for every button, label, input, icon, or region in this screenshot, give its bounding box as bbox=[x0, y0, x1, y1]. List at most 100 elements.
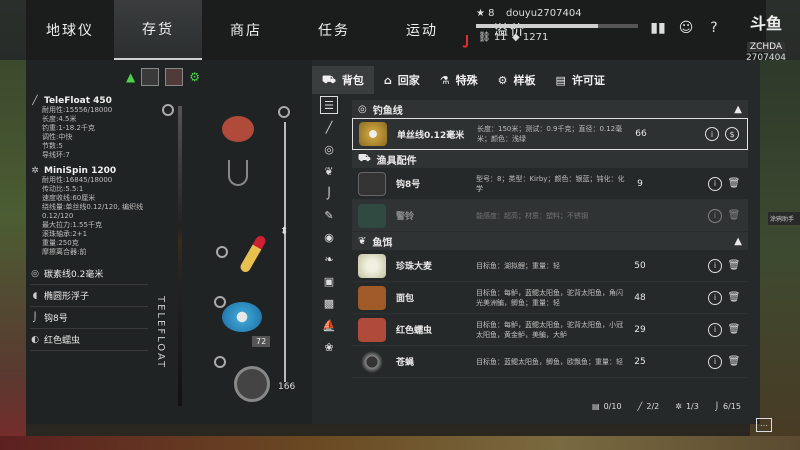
tab-backpack[interactable]: ⛟ 背包 bbox=[312, 66, 374, 94]
friends-icon[interactable]: ☺ bbox=[676, 18, 696, 38]
bait-icon: ❦ bbox=[358, 235, 367, 247]
line-item[interactable]: ◎ 碳素线0.2毫米 bbox=[30, 263, 148, 285]
list-item[interactable]: 面包 目标鱼：每鲈，蓝鳃太阳鱼，驼背太阳鱼，角闪光美洲鳊，鲫鱼；重量：轻 48 … bbox=[352, 282, 748, 314]
trash-icon[interactable]: 🗑 bbox=[728, 177, 741, 191]
float-slot-image[interactable] bbox=[238, 234, 268, 274]
trash-icon[interactable]: 🗑 bbox=[728, 355, 741, 369]
collapse-icon[interactable]: ▲ bbox=[734, 236, 742, 247]
capacity-value: 1/3 bbox=[685, 402, 699, 411]
filter-ball-icon[interactable]: ◉ bbox=[320, 228, 338, 246]
capacity-rods: ╱ 2/2 bbox=[638, 402, 660, 411]
filter-boat-icon[interactable]: ⛵ bbox=[320, 316, 338, 334]
filter-rod-icon[interactable]: ╱ bbox=[320, 118, 338, 136]
xp-bar-fill bbox=[476, 24, 598, 28]
info-icon[interactable]: i bbox=[708, 258, 722, 273]
filter-hook-icon[interactable]: ⌡ bbox=[320, 184, 338, 202]
trash-icon[interactable]: 🗑 bbox=[728, 209, 741, 223]
stream-logo: 斗鱼 ZCHDA 2707404 bbox=[742, 10, 790, 63]
reel-stat: 绕线量:单丝线0.12/120, 编织线0.12/120 bbox=[42, 203, 144, 220]
item-actions: i 🗑 bbox=[708, 208, 741, 223]
tab-home[interactable]: ⌂ 回家 bbox=[374, 66, 430, 94]
filter-line-icon[interactable]: ◎ bbox=[320, 140, 338, 158]
reel-icon: ✲ bbox=[675, 402, 682, 411]
reel-stat: 滚珠轴承:2+1 bbox=[42, 230, 88, 238]
filter-plant-icon[interactable]: ❀ bbox=[320, 338, 338, 356]
slider-top-icon bbox=[278, 106, 290, 118]
section-header[interactable]: ❦ 鱼饵 ▲ bbox=[352, 232, 748, 250]
line-spool-image[interactable] bbox=[222, 302, 262, 332]
rod-stat: 钓重:1-18.2千克 bbox=[42, 124, 95, 132]
chat-icon[interactable]: … bbox=[756, 418, 772, 432]
info-icon[interactable]: i bbox=[708, 354, 722, 369]
info-icon[interactable]: i bbox=[708, 176, 722, 191]
rod-info[interactable]: ╱ TeleFloat 450 耐用性:15556/18000 长度:4.5米 钓… bbox=[30, 96, 148, 160]
tab-special[interactable]: ⚗ 特殊 bbox=[430, 66, 488, 94]
hook-item[interactable]: ⌡ 钩8号 bbox=[30, 307, 148, 329]
rod-name: TeleFloat 450 bbox=[44, 96, 112, 106]
tab-sports[interactable]: 运动 bbox=[378, 0, 466, 60]
leaderboard-icon[interactable]: ▮▮ bbox=[648, 18, 668, 38]
item-thumbnail bbox=[358, 203, 386, 228]
filter-jar-icon[interactable]: ▣ bbox=[320, 272, 338, 290]
rod-slot-2[interactable] bbox=[165, 68, 184, 86]
depth-slider[interactable]: ⬍ bbox=[278, 106, 290, 426]
list-item[interactable]: 珍珠大麦 目标鱼：湖拟鲤；重量：轻 50 i 🗑 bbox=[352, 250, 748, 282]
info-icon[interactable]: i bbox=[708, 322, 722, 337]
depth-value: 166 bbox=[278, 382, 296, 392]
filter-feather-icon[interactable]: ❧ bbox=[320, 250, 338, 268]
bait-item[interactable]: ◐ 红色蠕虫 bbox=[30, 329, 148, 351]
capacity-value: 2/2 bbox=[646, 402, 660, 411]
item-qty: 66 bbox=[635, 129, 647, 139]
trash-icon[interactable]: 🗑 bbox=[728, 291, 741, 305]
tab-shop[interactable]: 商店 bbox=[202, 0, 290, 60]
section-header[interactable]: ◎ 钓鱼线 ▲ bbox=[352, 100, 748, 118]
list-item[interactable]: 红色蠕虫 目标鱼：每鲈，蓝鳃太阳鱼，驼背太阳鱼，小冠太阳鱼，黄金鲈，美鳊，大鲈 … bbox=[352, 314, 748, 346]
list-item[interactable]: 钩8号 型号：8；类型：Kirby；颜色：银蓝；钝化：化学 9 i 🗑 bbox=[352, 168, 748, 200]
info-icon[interactable]: i bbox=[708, 208, 722, 223]
rod-stat: 耐用性:15556/18000 bbox=[42, 106, 113, 114]
hook-slot-image[interactable] bbox=[228, 160, 248, 186]
info-icon[interactable]: i bbox=[705, 127, 719, 141]
logo-text: 斗鱼 bbox=[749, 14, 782, 33]
line-ring-icon bbox=[214, 296, 226, 308]
rod-slot-1[interactable] bbox=[141, 68, 160, 86]
settings-icon[interactable]: ⚙ bbox=[189, 70, 200, 84]
tab-template[interactable]: ⚙ 样板 bbox=[488, 66, 546, 94]
rod-image[interactable] bbox=[178, 106, 182, 406]
slider-knob-icon[interactable]: ⬍ bbox=[280, 226, 288, 237]
filter-bait-icon[interactable]: ❦ bbox=[320, 162, 338, 180]
sell-icon[interactable]: $ bbox=[725, 127, 739, 141]
float-item[interactable]: ◖ 椭圆形浮子 bbox=[30, 285, 148, 307]
bait-slot-image[interactable] bbox=[222, 116, 254, 142]
tab-label: 特殊 bbox=[455, 74, 478, 87]
item-qty: 50 bbox=[634, 260, 646, 271]
collapse-icon[interactable]: ▲ bbox=[734, 104, 742, 115]
list-item[interactable]: 单丝线0.12毫米 长度：150米；测试：0.9千克；直径：0.12毫米；颜色：… bbox=[352, 118, 748, 150]
filter-lure-icon[interactable]: ✎ bbox=[320, 206, 338, 224]
tab-globe[interactable]: 地球仪 bbox=[26, 0, 114, 60]
reel-stat: 传动比:5.5:1 bbox=[42, 185, 84, 193]
list-item[interactable]: 警铃 能感度：超高；材质：塑料；不锈钢 i 🗑 bbox=[352, 200, 748, 232]
tab-license[interactable]: ▤ 许可证 bbox=[545, 66, 614, 94]
reel-slot-image[interactable] bbox=[234, 366, 270, 402]
xp-bar bbox=[476, 24, 638, 28]
filter-box-icon[interactable]: ▩ bbox=[320, 294, 338, 312]
tab-inventory[interactable]: 存货 bbox=[114, 0, 202, 60]
tackle-toolbar: ▲ ⚙ bbox=[126, 68, 200, 86]
list-item[interactable]: 苍蝇 目标鱼：蓝鳃太阳鱼，鲫鱼，欧飘鱼；重量：轻 25 i 🗑 bbox=[352, 346, 748, 378]
item-qty: 29 bbox=[634, 324, 646, 335]
item-qty: 48 bbox=[634, 292, 646, 303]
help-icon[interactable]: ? bbox=[704, 18, 724, 38]
section-header[interactable]: ⛟ 渔具配件 bbox=[352, 150, 748, 168]
reel-stat: 最大拉力:1.55千克 bbox=[42, 221, 102, 229]
reel-info[interactable]: ✲ MiniSpin 1200 耐用性:16845/18000 传动比:5.5:1… bbox=[30, 166, 148, 257]
trash-icon[interactable]: 🗑 bbox=[728, 323, 741, 337]
filter-all-icon[interactable]: ☰ bbox=[320, 96, 338, 114]
item-actions: i 🗑 bbox=[708, 354, 741, 369]
tab-missions[interactable]: 任务 bbox=[290, 0, 378, 60]
arrow-up-icon[interactable]: ▲ bbox=[126, 70, 135, 84]
scenery-bottom bbox=[0, 436, 800, 450]
info-icon[interactable]: i bbox=[708, 290, 722, 305]
trash-icon[interactable]: 🗑 bbox=[728, 259, 741, 273]
tab-label: 回家 bbox=[397, 74, 420, 87]
